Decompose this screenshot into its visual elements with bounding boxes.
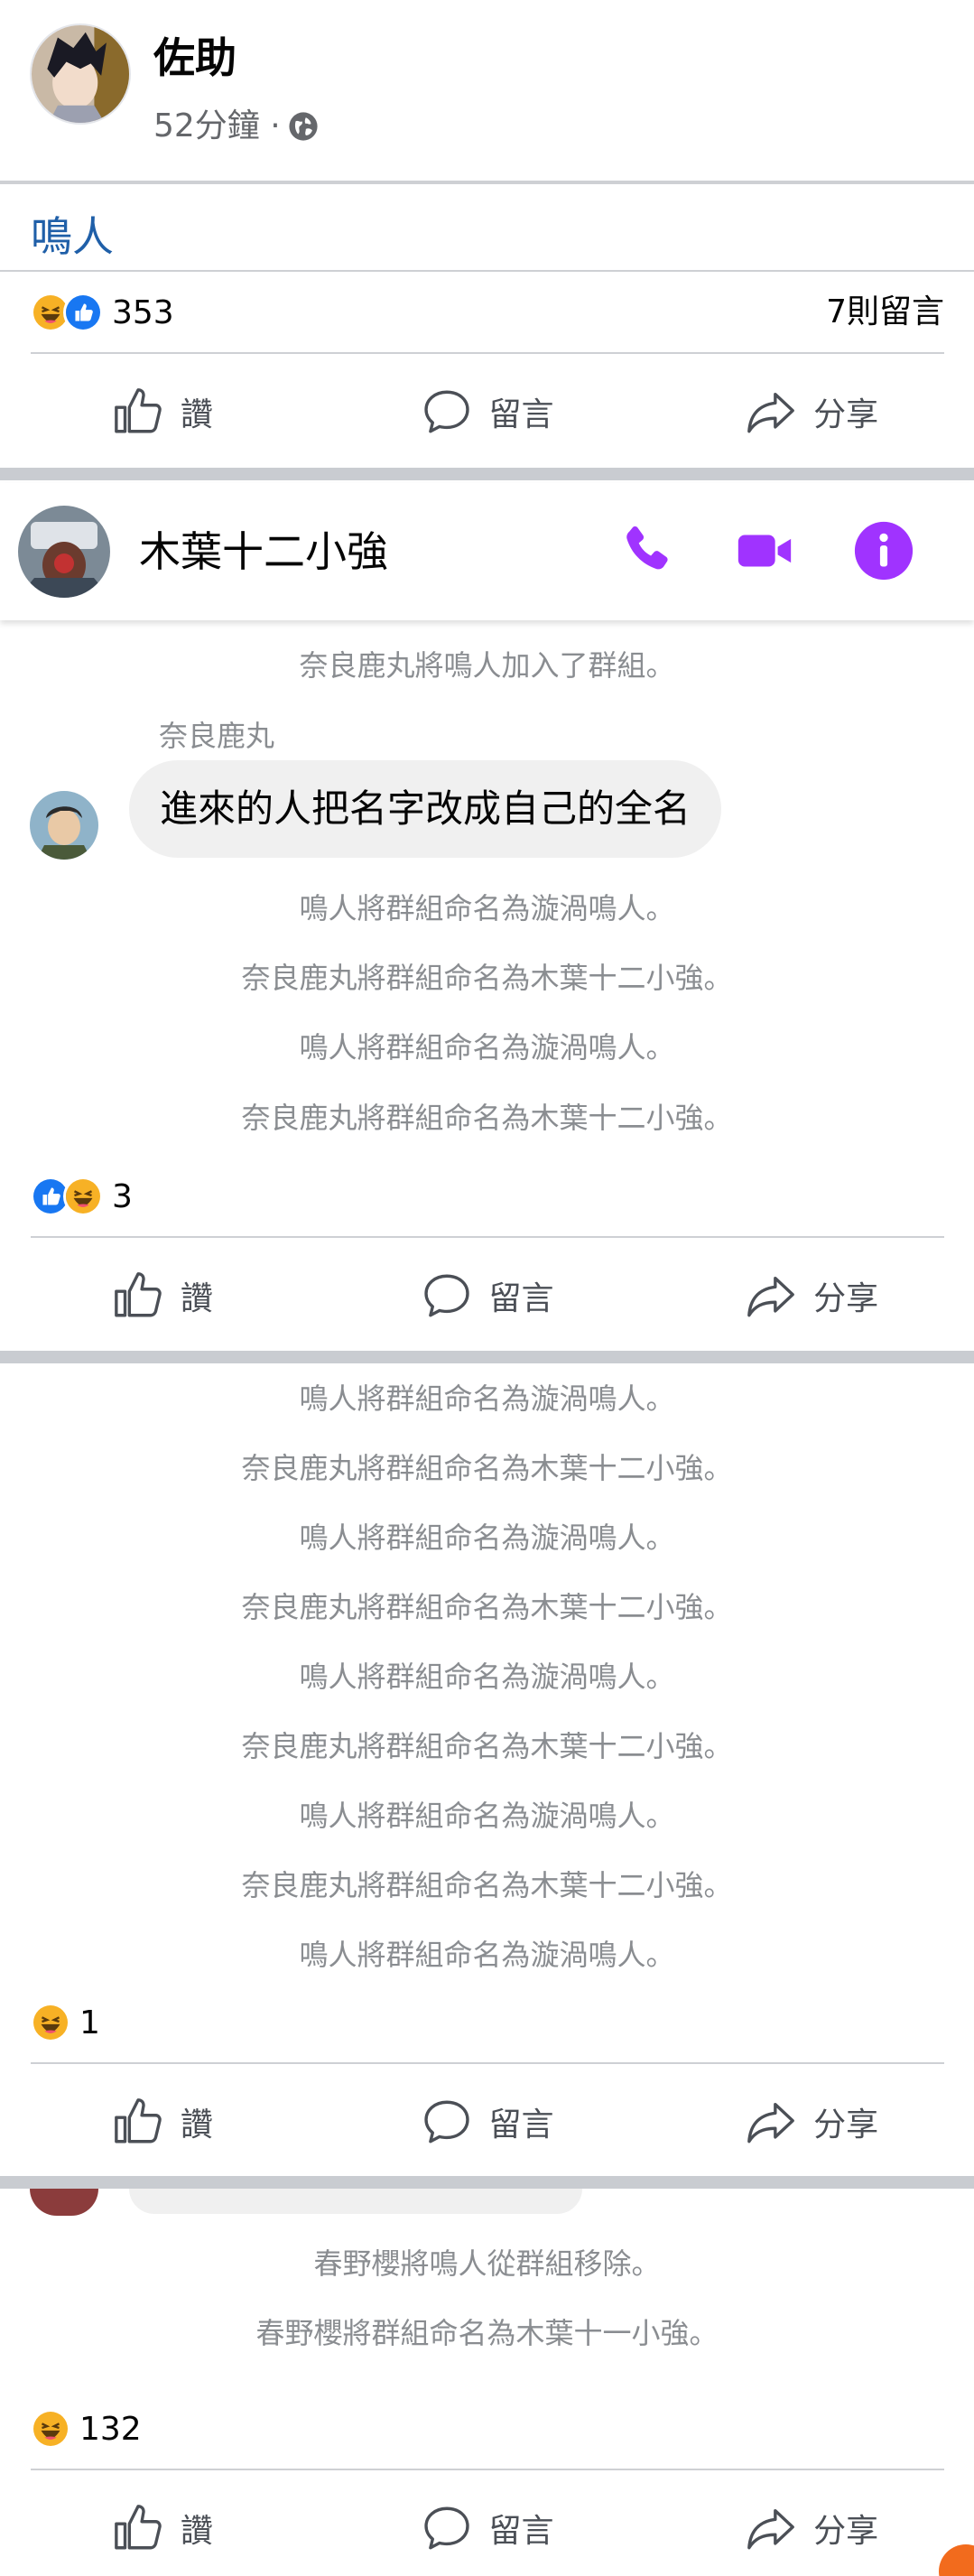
- reaction-count: 132: [79, 2410, 142, 2448]
- reaction-summary[interactable]: 3: [31, 1169, 133, 1223]
- reaction-summary[interactable]: 353: [31, 285, 174, 339]
- share-arrow-icon: [747, 1276, 795, 1317]
- share-arrow-icon: [747, 392, 795, 433]
- comment-bubble-icon: [423, 2506, 469, 2550]
- system-notice: 鳴人將群組命名為漩渦鳴人。: [299, 1030, 675, 1065]
- reaction-count: 3: [112, 1177, 133, 1215]
- comment-label: 留言: [488, 2513, 554, 2550]
- divider: [31, 2062, 944, 2064]
- comment-bubble-icon: [423, 2100, 469, 2144]
- like-label: 讚: [180, 2513, 213, 2550]
- like-button[interactable]: 讚: [0, 1269, 325, 1322]
- action-bar: 讚 留言 分享: [0, 367, 974, 457]
- comments-count-link[interactable]: 7則留言: [826, 285, 944, 339]
- reaction-count: 1: [79, 2004, 100, 2041]
- section-separator: [0, 1351, 974, 1363]
- section-separator: [0, 468, 974, 480]
- like-label: 讚: [180, 2106, 213, 2144]
- sender-name: 奈良鹿丸: [159, 719, 275, 753]
- comment-label: 留言: [488, 1280, 554, 1317]
- share-label: 分享: [813, 2106, 879, 2144]
- reaction-summary[interactable]: 1: [31, 1995, 100, 2050]
- comment-label: 留言: [488, 396, 554, 433]
- action-bar: 讚 留言 分享: [0, 2077, 974, 2167]
- action-bar: 讚 留言 分享: [0, 2483, 974, 2573]
- partial-avatar: [30, 2189, 98, 2216]
- sender-avatar-image: [30, 791, 98, 860]
- system-notice: 春野櫻將鳴人從群組移除。: [313, 2246, 661, 2281]
- system-notice: 奈良鹿丸將群組命名為木葉十二小強。: [241, 1868, 733, 1902]
- like-button[interactable]: 讚: [0, 386, 325, 438]
- system-notice: 鳴人將群組命名為漩渦鳴人。: [299, 1520, 675, 1555]
- system-notice: 鳴人將群組命名為漩渦鳴人。: [299, 1938, 675, 1972]
- phone-icon[interactable]: [616, 519, 679, 582]
- like-label: 讚: [180, 396, 213, 433]
- thumbs-up-icon: [114, 388, 162, 433]
- group-avatar-image: [18, 506, 110, 598]
- comment-bubble-icon: [423, 1274, 469, 1317]
- thumbs-up-icon: [114, 2098, 162, 2144]
- author-name[interactable]: 佐助: [153, 33, 237, 83]
- like-button[interactable]: 讚: [0, 2502, 325, 2554]
- share-arrow-icon: [747, 2508, 795, 2550]
- system-notice: 奈良鹿丸將群組命名為木葉十二小強。: [241, 1729, 733, 1763]
- reaction-summary[interactable]: 132: [31, 2402, 142, 2456]
- divider: [31, 352, 944, 354]
- post-time: 52分鐘 ·: [153, 107, 281, 144]
- author-avatar[interactable]: [30, 23, 131, 125]
- comment-button[interactable]: 留言: [325, 1269, 650, 1322]
- system-notice: 春野櫻將群組命名為木葉十一小強。: [255, 2316, 719, 2350]
- comment-bubble-icon: [423, 390, 469, 433]
- like-label: 讚: [180, 1280, 213, 1317]
- divider: [31, 2469, 944, 2470]
- haha-reaction-icon: [31, 2409, 70, 2449]
- share-button[interactable]: 分享: [649, 2096, 974, 2148]
- partial-message-bubble: [129, 2189, 582, 2214]
- share-label: 分享: [813, 2513, 879, 2550]
- share-arrow-icon: [747, 2102, 795, 2144]
- share-button[interactable]: 分享: [649, 1269, 974, 1322]
- post-divider: [0, 181, 974, 184]
- haha-reaction-icon: [63, 1176, 103, 1216]
- message-bubble[interactable]: 進來的人把名字改成自己的全名: [129, 760, 722, 858]
- system-notice: 鳴人將群組命名為漩渦鳴人。: [299, 1381, 675, 1416]
- section-separator: [0, 2176, 974, 2189]
- comment-button[interactable]: 留言: [325, 2502, 650, 2554]
- post-text: 鳴人: [31, 212, 114, 261]
- avatar-image: [32, 25, 129, 123]
- group-name[interactable]: 木葉十二小強: [139, 526, 388, 577]
- like-button[interactable]: 讚: [0, 2096, 325, 2148]
- system-notice: 奈良鹿丸將群組命名為木葉十二小強。: [241, 1590, 733, 1624]
- share-label: 分享: [813, 396, 879, 433]
- system-notice: 奈良鹿丸將群組命名為木葉十二小強。: [241, 961, 733, 995]
- info-icon[interactable]: [852, 519, 915, 582]
- sender-avatar[interactable]: [30, 791, 98, 860]
- divider: [0, 270, 974, 272]
- system-notice: 鳴人將群組命名為漩渦鳴人。: [299, 1799, 675, 1833]
- system-notice: 鳴人將群組命名為漩渦鳴人。: [299, 891, 675, 925]
- share-button[interactable]: 分享: [649, 386, 974, 438]
- post-meta: 52分鐘 ·: [153, 107, 319, 146]
- globe-icon: [289, 112, 318, 141]
- system-notice: 奈良鹿丸將群組命名為木葉十二小強。: [241, 1451, 733, 1485]
- like-reaction-icon: [63, 293, 103, 332]
- video-icon[interactable]: [733, 519, 796, 582]
- comment-button[interactable]: 留言: [325, 2096, 650, 2148]
- action-bar: 讚 留言 分享: [0, 1251, 974, 1341]
- group-avatar[interactable]: [18, 506, 110, 598]
- comment-label: 留言: [488, 2106, 554, 2144]
- haha-reaction-icon: [31, 2003, 70, 2042]
- share-button[interactable]: 分享: [649, 2502, 974, 2554]
- thumbs-up-icon: [114, 2505, 162, 2550]
- system-notice: 鳴人將群組命名為漩渦鳴人。: [299, 1660, 675, 1694]
- reaction-count: 353: [112, 293, 174, 331]
- system-notice: 奈良鹿丸將群組命名為木葉十二小強。: [241, 1101, 733, 1135]
- share-label: 分享: [813, 1280, 879, 1317]
- system-notice: 奈良鹿丸將鳴人加入了群組。: [299, 648, 675, 683]
- thumbs-up-icon: [114, 1272, 162, 1317]
- comment-button[interactable]: 留言: [325, 386, 650, 438]
- chat-header: 木葉十二小強: [0, 483, 974, 620]
- divider: [31, 1236, 944, 1238]
